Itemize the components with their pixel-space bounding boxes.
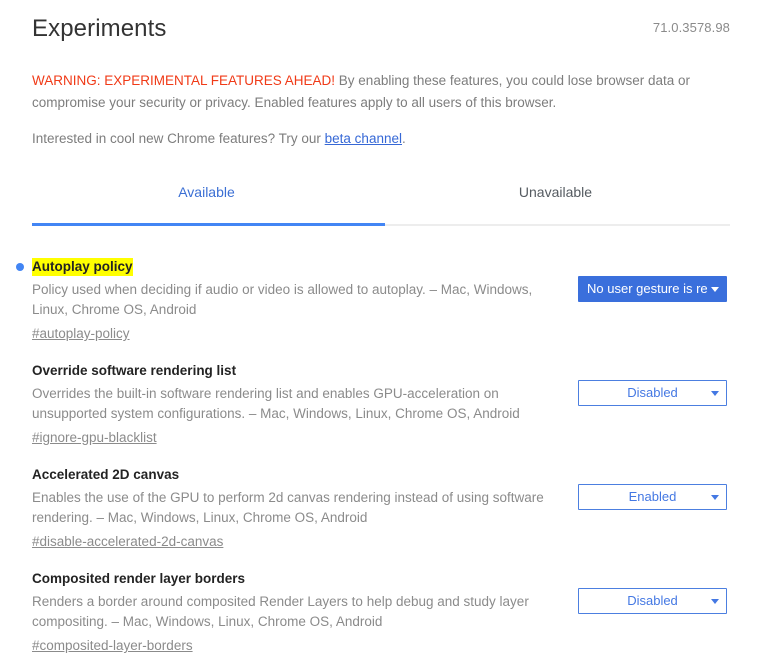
page-header: Experiments 71.0.3578.98	[32, 0, 730, 54]
flag-title: Override software rendering list	[32, 363, 237, 378]
flag-select[interactable]: No user gesture is re	[578, 276, 727, 302]
dot-marker-icon	[16, 263, 24, 271]
flag-permalink[interactable]: #composited-layer-borders	[32, 636, 193, 656]
tab-available[interactable]: Available	[32, 180, 381, 220]
flag-description: Overrides the built-in software renderin…	[32, 386, 520, 421]
flag-entry: Composited render layer borders Renders …	[32, 562, 730, 666]
flag-text-block: Autoplay policy Policy used when decidin…	[32, 258, 562, 344]
flag-text-block: Composited render layer borders Renders …	[32, 570, 562, 656]
flag-text-block: Accelerated 2D canvas Enables the use of…	[32, 466, 562, 552]
flag-select-value: Enabled	[628, 489, 677, 504]
flag-entry: Autoplay policy Policy used when decidin…	[16, 250, 730, 354]
chevron-down-icon	[711, 287, 719, 292]
tab-unavailable[interactable]: Unavailable	[381, 180, 730, 220]
beta-channel-suffix: .	[401, 131, 406, 146]
experiments-page: Experiments 71.0.3578.98 WARNING: EXPERI…	[0, 0, 758, 669]
tab-list: Available Unavailable	[32, 180, 730, 220]
flag-select-value: Disabled	[627, 593, 678, 608]
flag-select-wrapper: No user gesture is re	[578, 276, 727, 302]
flag-title: Autoplay policy	[32, 258, 133, 276]
page-title: Experiments	[32, 15, 167, 42]
beta-channel-text: Interested in cool new Chrome features? …	[32, 128, 730, 150]
flag-description: Policy used when deciding if audio or vi…	[32, 282, 533, 317]
flag-permalink[interactable]: #ignore-gpu-blacklist	[32, 428, 157, 448]
chrome-version-label: 71.0.3578.98	[652, 20, 730, 35]
flags-list: Autoplay policy Policy used when decidin…	[16, 250, 730, 666]
flag-select[interactable]: Disabled	[578, 588, 727, 614]
chevron-down-icon	[711, 391, 719, 396]
flag-title: Accelerated 2D canvas	[32, 467, 180, 482]
tabs-bar: Available Unavailable	[32, 180, 730, 226]
flag-select-wrapper: Enabled	[578, 484, 727, 510]
flag-select-value: Disabled	[627, 385, 678, 400]
flag-permalink[interactable]: #autoplay-policy	[32, 324, 130, 344]
flag-select[interactable]: Enabled	[578, 484, 727, 510]
beta-channel-prefix: Interested in cool new Chrome features? …	[32, 131, 325, 146]
flag-description: Renders a border around composited Rende…	[32, 594, 529, 629]
flag-description: Enables the use of the GPU to perform 2d…	[32, 490, 544, 525]
chevron-down-icon	[711, 599, 719, 604]
tab-active-indicator	[32, 223, 385, 226]
flag-entry: Override software rendering list Overrid…	[32, 354, 730, 458]
experimental-warning-text: WARNING: EXPERIMENTAL FEATURES AHEAD! By…	[32, 70, 704, 114]
beta-channel-link[interactable]: beta channel	[325, 131, 402, 146]
flag-select[interactable]: Disabled	[578, 380, 727, 406]
flag-select-wrapper: Disabled	[578, 588, 727, 614]
chevron-down-icon	[711, 495, 719, 500]
flag-title: Composited render layer borders	[32, 571, 246, 586]
warning-headline: WARNING: EXPERIMENTAL FEATURES AHEAD!	[32, 73, 336, 88]
flag-text-block: Override software rendering list Overrid…	[32, 362, 562, 448]
flag-entry: Accelerated 2D canvas Enables the use of…	[32, 458, 730, 562]
flag-select-value: No user gesture is re	[587, 281, 708, 296]
flag-permalink[interactable]: #disable-accelerated-2d-canvas	[32, 532, 223, 552]
flag-select-wrapper: Disabled	[578, 380, 727, 406]
